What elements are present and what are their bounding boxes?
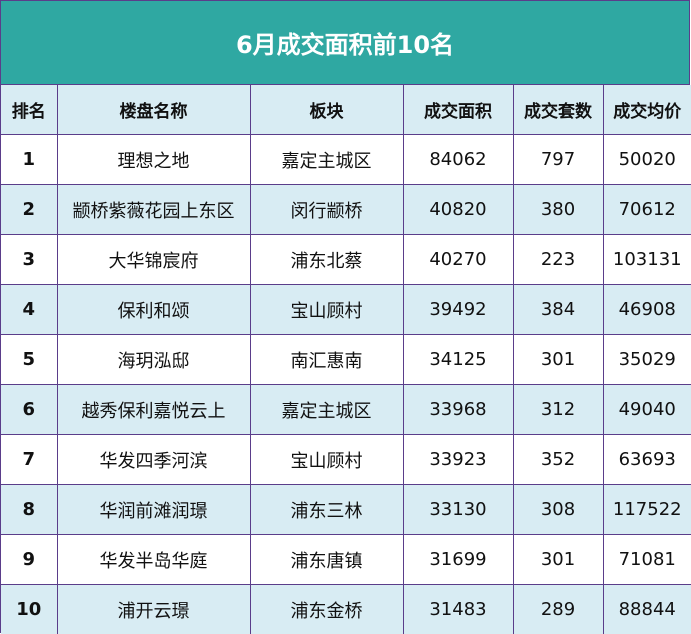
table-row: 4 保利和颂 宝山顾村 39492 384 46908 xyxy=(1,284,691,335)
cell-rank: 4 xyxy=(1,284,58,335)
cell-area: 34125 xyxy=(402,334,514,385)
cell-avg-price: 46908 xyxy=(602,284,691,335)
table-row: 6 越秀保利嘉悦云上 嘉定主城区 33968 312 49040 xyxy=(1,384,691,435)
table-row: 8 华润前滩润璟 浦东三林 33130 308 117522 xyxy=(1,484,691,535)
cell-rank: 8 xyxy=(1,484,58,535)
cell-area: 84062 xyxy=(402,134,514,185)
cell-rank: 3 xyxy=(1,234,58,285)
cell-project-name: 华发半岛华庭 xyxy=(56,534,251,585)
cell-rank: 7 xyxy=(1,434,58,485)
cell-project-name: 颛桥紫薇花园上东区 xyxy=(56,184,251,235)
header-avg-price: 成交均价 xyxy=(602,85,691,135)
cell-units: 797 xyxy=(512,134,604,185)
header-units: 成交套数 xyxy=(512,85,604,135)
cell-project-name: 华润前滩润璟 xyxy=(56,484,251,535)
cell-area: 33923 xyxy=(402,434,514,485)
cell-units: 308 xyxy=(512,484,604,535)
ranking-table: 排名 楼盘名称 板块 成交面积 成交套数 成交均价 1 理想之地 嘉定主城区 8406… xyxy=(1,85,691,634)
table-row: 7 华发四季河滨 宝山顾村 33923 352 63693 xyxy=(1,434,691,485)
cell-district: 宝山顾村 xyxy=(249,434,404,485)
cell-area: 33130 xyxy=(402,484,514,535)
cell-project-name: 华发四季河滨 xyxy=(56,434,251,485)
cell-area: 40270 xyxy=(402,234,514,285)
cell-area: 33968 xyxy=(402,384,514,435)
cell-avg-price: 117522 xyxy=(602,484,691,535)
cell-district: 嘉定主城区 xyxy=(249,384,404,435)
cell-rank: 6 xyxy=(1,384,58,435)
cell-project-name: 理想之地 xyxy=(56,134,251,185)
cell-district: 宝山顾村 xyxy=(249,284,404,335)
cell-units: 380 xyxy=(512,184,604,235)
cell-district: 浦东北蔡 xyxy=(249,234,404,285)
cell-avg-price: 70612 xyxy=(602,184,691,235)
header-rank: 排名 xyxy=(1,85,58,135)
cell-rank: 1 xyxy=(1,134,58,185)
cell-units: 289 xyxy=(512,584,604,634)
cell-avg-price: 103131 xyxy=(602,234,691,285)
table-row: 5 海玥泓邸 南汇惠南 34125 301 35029 xyxy=(1,334,691,385)
cell-district: 浦东三林 xyxy=(249,484,404,535)
cell-project-name: 海玥泓邸 xyxy=(56,334,251,385)
cell-avg-price: 88844 xyxy=(602,584,691,634)
cell-avg-price: 63693 xyxy=(602,434,691,485)
cell-project-name: 大华锦宸府 xyxy=(56,234,251,285)
cell-avg-price: 49040 xyxy=(602,384,691,435)
cell-avg-price: 71081 xyxy=(602,534,691,585)
cell-district: 嘉定主城区 xyxy=(249,134,404,185)
cell-district: 浦东唐镇 xyxy=(249,534,404,585)
cell-units: 223 xyxy=(512,234,604,285)
cell-district: 南汇惠南 xyxy=(249,334,404,385)
header-area: 成交面积 xyxy=(402,85,514,135)
table-title: 6月成交面积前10名 xyxy=(1,1,689,85)
cell-area: 31483 xyxy=(402,584,514,634)
cell-area: 40820 xyxy=(402,184,514,235)
cell-units: 352 xyxy=(512,434,604,485)
cell-area: 31699 xyxy=(402,534,514,585)
cell-district: 闵行颛桥 xyxy=(249,184,404,235)
table-row: 3 大华锦宸府 浦东北蔡 40270 223 103131 xyxy=(1,234,691,285)
cell-project-name: 越秀保利嘉悦云上 xyxy=(56,384,251,435)
table-row: 9 华发半岛华庭 浦东唐镇 31699 301 71081 xyxy=(1,534,691,585)
table-row: 2 颛桥紫薇花园上东区 闵行颛桥 40820 380 70612 xyxy=(1,184,691,235)
cell-units: 301 xyxy=(512,334,604,385)
table-body: 1 理想之地 嘉定主城区 84062 797 50020 2 颛桥紫薇花园上东区 闵行颛桥 408… xyxy=(1,134,691,634)
table-row: 1 理想之地 嘉定主城区 84062 797 50020 xyxy=(1,134,691,185)
table-row: 10 浦开云璟 浦东金桥 31483 289 88844 xyxy=(1,584,691,634)
cell-rank: 5 xyxy=(1,334,58,385)
cell-avg-price: 35029 xyxy=(602,334,691,385)
cell-units: 312 xyxy=(512,384,604,435)
cell-rank: 2 xyxy=(1,184,58,235)
ranking-table-panel: 6月成交面积前10名 排名 楼盘名称 板块 成交面积 成交套数 成交均价 1 理想… xyxy=(0,0,691,634)
cell-project-name: 保利和颂 xyxy=(56,284,251,335)
header-row: 排名 楼盘名称 板块 成交面积 成交套数 成交均价 xyxy=(1,85,691,135)
header-district: 板块 xyxy=(249,85,404,135)
cell-district: 浦东金桥 xyxy=(249,584,404,634)
cell-avg-price: 50020 xyxy=(602,134,691,185)
cell-rank: 9 xyxy=(1,534,58,585)
cell-units: 301 xyxy=(512,534,604,585)
cell-units: 384 xyxy=(512,284,604,335)
cell-area: 39492 xyxy=(402,284,514,335)
cell-rank: 10 xyxy=(1,584,58,634)
header-project-name: 楼盘名称 xyxy=(56,85,251,135)
cell-project-name: 浦开云璟 xyxy=(56,584,251,634)
